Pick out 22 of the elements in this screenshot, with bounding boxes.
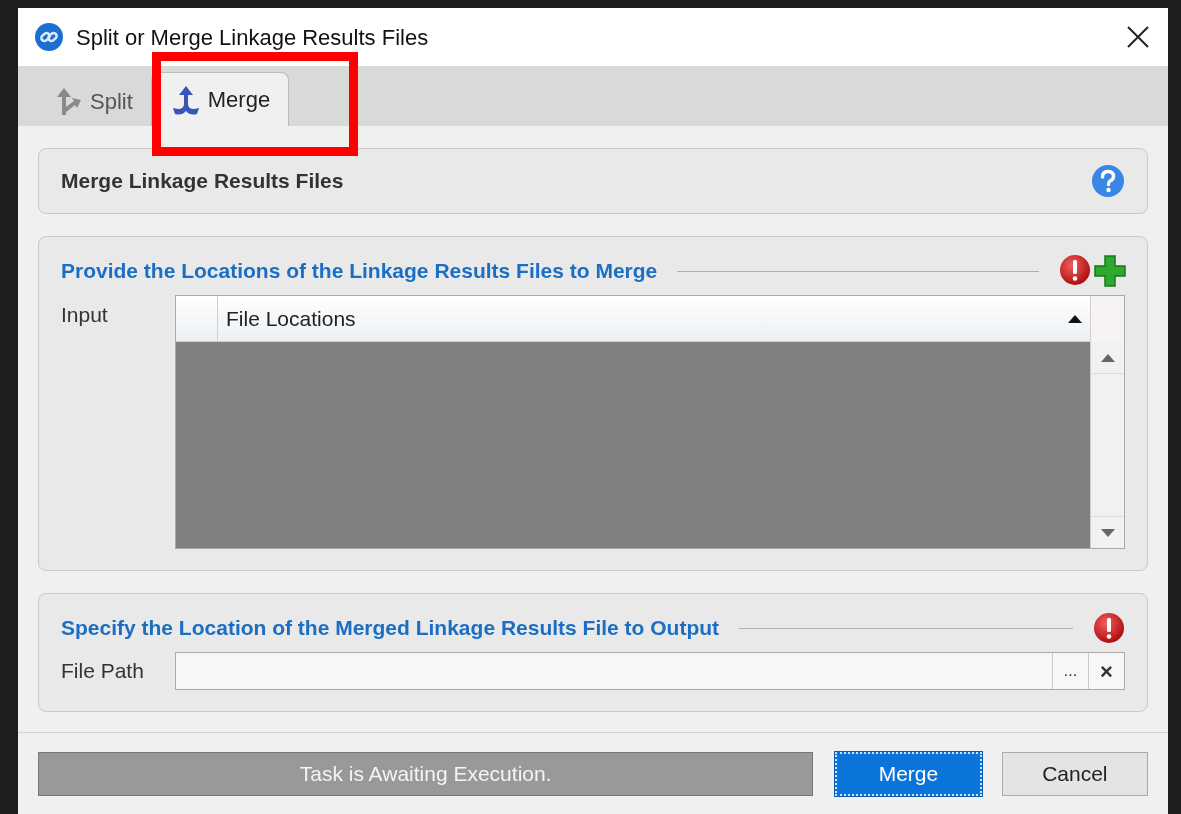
status-bar: Task is Awaiting Execution. [38, 751, 814, 796]
field-label: File Path [61, 658, 145, 685]
tab[interactable]: Split [40, 76, 145, 126]
app-icon [34, 22, 64, 52]
field-label: Input [61, 302, 109, 328]
section-title: Specify the Location of the Merged Linkage Results File to Output [61, 615, 720, 642]
merge-button[interactable]: Merge [835, 751, 982, 796]
close-icon[interactable] [1126, 25, 1150, 49]
error-icon [1059, 254, 1091, 286]
help-icon[interactable] [1091, 164, 1125, 198]
panel-title: Merge Linkage Results Files [61, 168, 344, 195]
cancel-button[interactable]: Cancel [1001, 751, 1148, 796]
window-title: Split or Merge Linkage Results Files [76, 23, 429, 52]
scroll-down-icon[interactable] [1100, 528, 1115, 537]
error-icon [1093, 612, 1125, 644]
scrollbar[interactable] [1090, 296, 1124, 548]
section-title: Provide the Locations of the Linkage Results Files to Merge [61, 258, 658, 285]
tab[interactable]: Merge [150, 72, 290, 126]
add-icon[interactable] [1093, 254, 1127, 288]
header-corner [1091, 296, 1124, 342]
sort-icon [1068, 314, 1082, 323]
scroll-up-icon[interactable] [1100, 353, 1115, 362]
